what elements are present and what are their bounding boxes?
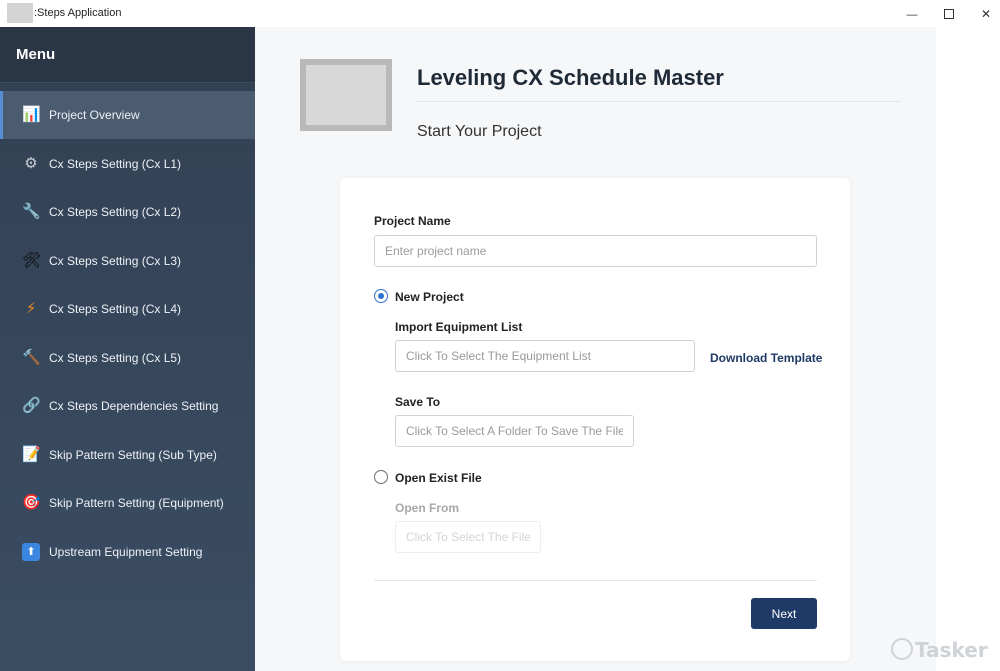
sidebar-item-cx-l4[interactable]: ⚡ Cx Steps Setting (Cx L4) bbox=[0, 285, 255, 333]
project-name-label: Project Name bbox=[374, 214, 451, 228]
close-icon: ✕ bbox=[980, 7, 992, 21]
sidebar-item-cx-l1[interactable]: ⚙ Cx Steps Setting (Cx L1) bbox=[0, 140, 255, 188]
equipment-list-picker[interactable] bbox=[395, 340, 695, 372]
title-divider bbox=[417, 101, 901, 102]
menu-title: Menu bbox=[16, 46, 56, 63]
watermark: Tasker bbox=[891, 638, 988, 662]
sidebar-item-project-overview[interactable]: 📊 Project Overview bbox=[0, 91, 255, 139]
open-exist-file-label[interactable]: Open Exist File bbox=[395, 471, 482, 485]
sidebar-item-skip-pattern-sub-type[interactable]: 📝 Skip Pattern Setting (Sub Type) bbox=[0, 431, 255, 479]
up-arrow-icon: ⬆ bbox=[22, 543, 40, 561]
chart-icon: 📊 bbox=[22, 106, 41, 123]
new-project-label[interactable]: New Project bbox=[395, 290, 464, 304]
download-template-link[interactable]: Download Template bbox=[710, 351, 822, 365]
right-blank-area bbox=[936, 27, 1000, 671]
sidebar-item-label: Cx Steps Setting (Cx L3) bbox=[49, 254, 182, 268]
target-icon: 🎯 bbox=[22, 494, 41, 511]
link-icon: 🔗 bbox=[22, 397, 41, 414]
page-title: Leveling CX Schedule Master bbox=[417, 65, 724, 90]
hammer-icon: 🔨 bbox=[22, 349, 41, 366]
sidebar-item-label: Upstream Equipment Setting bbox=[49, 545, 203, 559]
app-logo-icon bbox=[7, 3, 33, 23]
open-file-picker bbox=[395, 521, 541, 553]
open-exist-file-radio[interactable] bbox=[374, 470, 388, 484]
project-thumbnail bbox=[300, 59, 392, 131]
menu-header: Menu bbox=[0, 27, 255, 83]
watermark-text: Tasker bbox=[915, 638, 988, 662]
project-name-input[interactable] bbox=[374, 235, 817, 267]
save-folder-picker[interactable] bbox=[395, 415, 634, 447]
save-to-label: Save To bbox=[395, 395, 441, 409]
sidebar-item-label: Project Overview bbox=[49, 108, 140, 122]
sidebar-item-cx-l2[interactable]: 🔧 Cx Steps Setting (Cx L2) bbox=[0, 188, 255, 236]
sidebar-item-label: Cx Steps Setting (Cx L1) bbox=[49, 157, 182, 171]
maximize-icon bbox=[944, 9, 954, 20]
minimize-icon: — bbox=[906, 9, 918, 21]
sidebar-item-label: Cx Steps Dependencies Setting bbox=[49, 399, 219, 413]
new-project-radio[interactable] bbox=[374, 289, 388, 303]
title-bar: :Steps Application — ✕ bbox=[0, 0, 1000, 28]
watermark-logo-icon bbox=[891, 638, 913, 660]
import-equipment-label: Import Equipment List bbox=[395, 320, 523, 334]
project-form-card: Project Name New Project Import Equipmen… bbox=[340, 178, 850, 661]
sidebar: Menu 📊 Project Overview ⚙ Cx Steps Setti… bbox=[0, 27, 255, 671]
main-content: Leveling CX Schedule Master Start Your P… bbox=[255, 27, 936, 671]
sidebar-item-cx-l3[interactable]: 🛠 Cx Steps Setting (Cx L3) bbox=[0, 237, 255, 285]
window-title: :Steps Application bbox=[34, 7, 122, 19]
form-divider bbox=[374, 580, 817, 581]
tools-icon: 🛠 bbox=[22, 252, 42, 269]
sidebar-item-label: Cx Steps Setting (Cx L5) bbox=[49, 351, 182, 365]
sidebar-item-dependencies[interactable]: 🔗 Cx Steps Dependencies Setting bbox=[0, 382, 255, 430]
sidebar-item-label: Skip Pattern Setting (Sub Type) bbox=[49, 448, 217, 462]
minimize-button[interactable]: — bbox=[894, 0, 930, 27]
page-subtitle: Start Your Project bbox=[417, 123, 542, 140]
sidebar-item-cx-l5[interactable]: 🔨 Cx Steps Setting (Cx L5) bbox=[0, 334, 255, 382]
sidebar-item-label: Skip Pattern Setting (Equipment) bbox=[49, 496, 224, 510]
wrench-icon: 🔧 bbox=[22, 203, 41, 220]
sidebar-item-label: Cx Steps Setting (Cx L4) bbox=[49, 302, 182, 316]
next-button[interactable]: Next bbox=[751, 598, 817, 629]
sidebar-item-upstream-equipment[interactable]: ⬆ Upstream Equipment Setting bbox=[0, 528, 255, 576]
document-icon: 📝 bbox=[22, 446, 41, 463]
close-button[interactable]: ✕ bbox=[968, 0, 1000, 27]
sidebar-item-skip-pattern-equipment[interactable]: 🎯 Skip Pattern Setting (Equipment) bbox=[0, 479, 255, 527]
maximize-button[interactable] bbox=[931, 0, 967, 27]
open-from-label: Open From bbox=[395, 501, 460, 515]
sidebar-item-label: Cx Steps Setting (Cx L2) bbox=[49, 205, 182, 219]
lightning-icon: ⚡ bbox=[25, 300, 37, 317]
gear-icon: ⚙ bbox=[24, 155, 38, 172]
